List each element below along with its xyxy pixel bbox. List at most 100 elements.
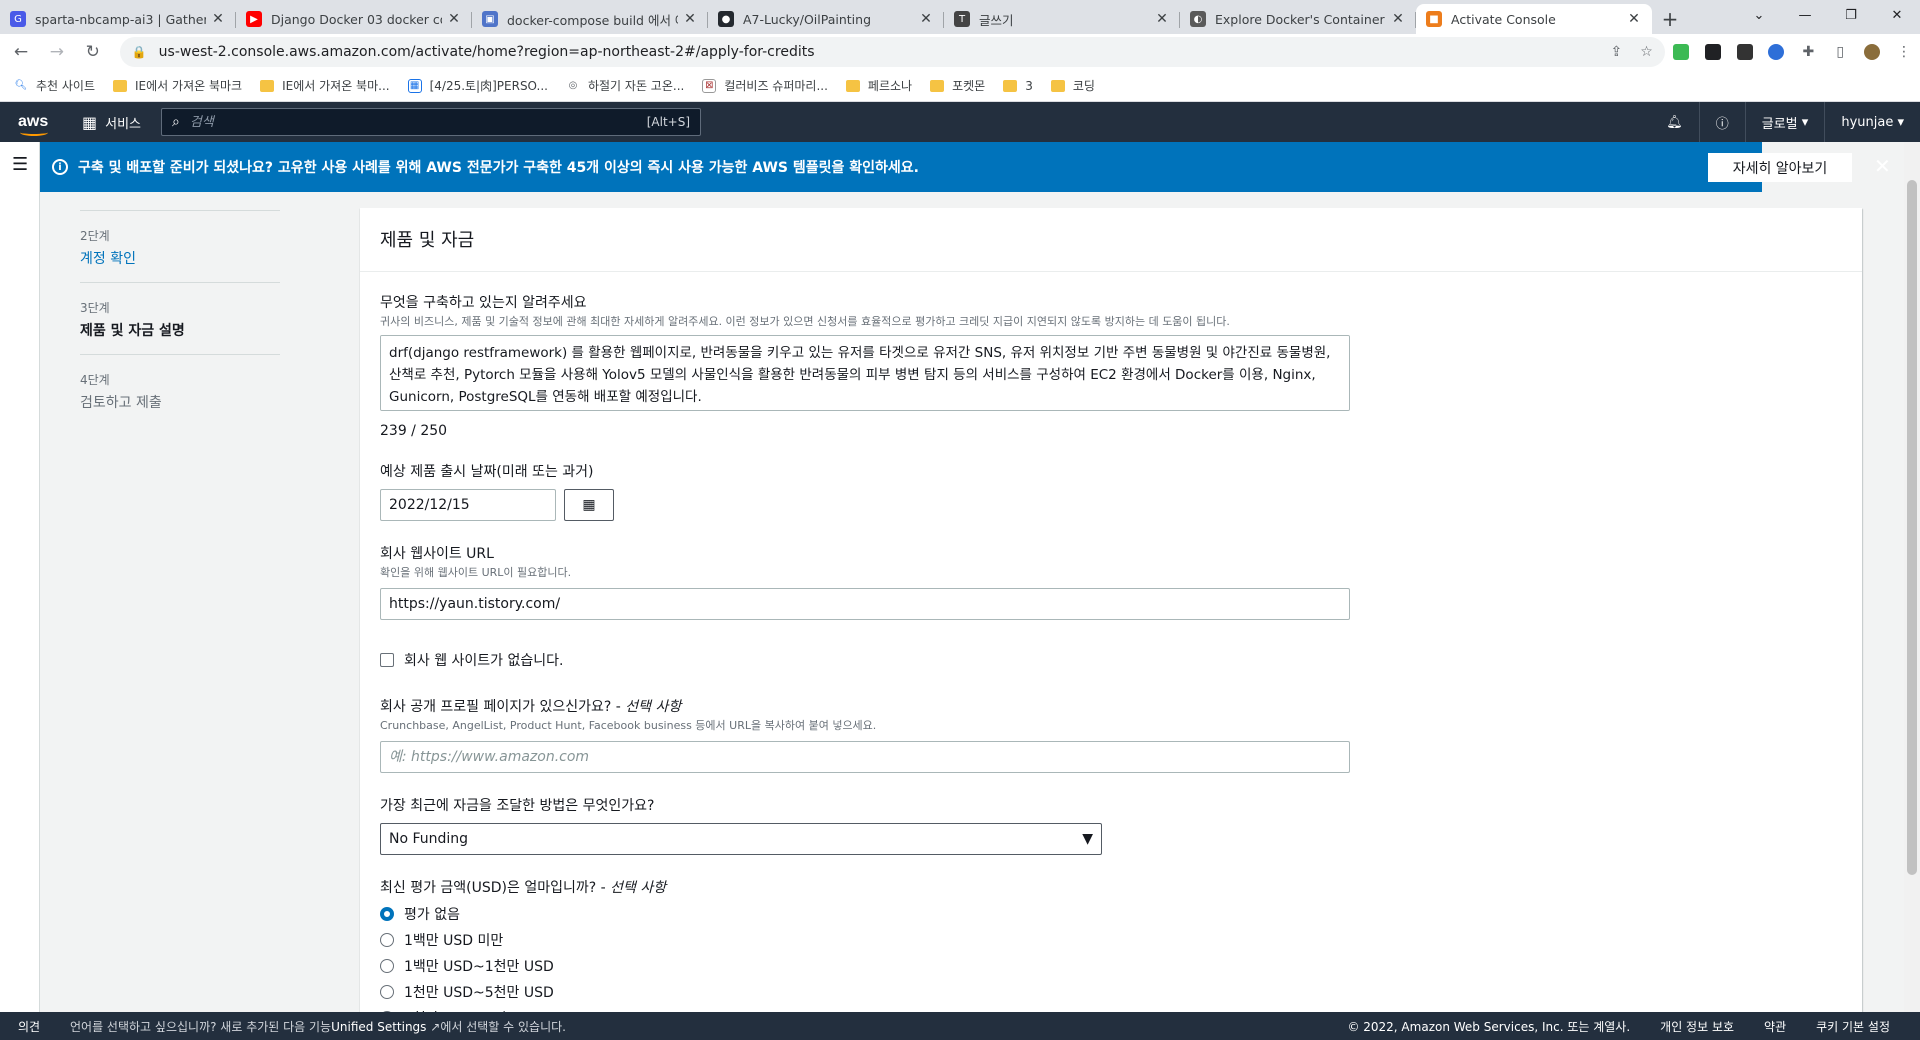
bookmark-item[interactable]: ◎ 하절기 자돈 고온... <box>566 77 685 94</box>
region-selector[interactable]: 글로벌 ▾ <box>1744 102 1825 142</box>
form-panel: 제품 및 자금 무엇을 구축하고 있는지 알려주세요 귀사의 비즈니스, 제품 … <box>360 208 1862 1027</box>
close-tab-icon[interactable]: ✕ <box>1390 11 1406 27</box>
browser-tab[interactable]: ▣ docker-compose build 에서 에러✕ <box>472 4 708 34</box>
new-tab-button[interactable]: + <box>1652 4 1688 34</box>
learn-more-button[interactable]: 자세히 알아보기 <box>1708 153 1852 182</box>
folder-icon <box>260 79 275 92</box>
aws-logo[interactable]: aws <box>18 113 52 136</box>
close-tab-icon[interactable]: ✕ <box>1626 11 1642 27</box>
profile-avatar-icon[interactable] <box>1856 44 1888 60</box>
account-menu[interactable]: hyunjae ▾ <box>1824 102 1920 142</box>
terms-link[interactable]: 약관 <box>1764 1018 1786 1035</box>
bookmark-folder[interactable]: IE에서 가져온 북마... <box>260 77 390 94</box>
services-menu-button[interactable]: ▦ 서비스 <box>82 113 141 132</box>
wizard-steps: 2단계 계정 확인 3단계 제품 및 자금 설명 4단계 검토하고 제출 <box>80 210 280 426</box>
build-description-field: 무엇을 구축하고 있는지 알려주세요 귀사의 비즈니스, 제품 및 기술적 정보… <box>380 292 1360 439</box>
close-icon[interactable]: ✕ <box>1874 154 1891 178</box>
bookmark-item[interactable]: ▦ [4/25.토|肉]PERSO... <box>407 77 548 94</box>
no-website-checkbox[interactable] <box>380 653 394 667</box>
bookmark-item[interactable]: ⊠ 컬러비즈 슈퍼마리... <box>702 77 828 94</box>
minimize-icon[interactable]: — <box>1782 0 1828 30</box>
aws-search-input[interactable] <box>189 114 647 130</box>
hamburger-menu-icon[interactable]: ☰ <box>12 154 28 175</box>
folder-icon <box>845 79 860 92</box>
forward-icon[interactable]: → <box>42 37 72 67</box>
website-url-input[interactable] <box>380 588 1350 620</box>
bookmark-folder[interactable]: IE에서 가져온 북마크 <box>113 77 242 94</box>
address-bar[interactable]: 🔒 us-west-2.console.aws.amazon.com/activ… <box>119 37 1665 67</box>
cookie-preferences-link[interactable]: 쿠키 기본 설정 <box>1816 1018 1890 1035</box>
extensions-puzzle-icon[interactable]: ✚ <box>1792 44 1824 60</box>
close-window-icon[interactable]: ✕ <box>1874 0 1920 30</box>
browser-tab[interactable]: ● A7-Lucky/OilPainting ✕ <box>708 4 944 34</box>
close-tab-icon[interactable]: ✕ <box>918 11 934 27</box>
public-profile-field: 회사 공개 프로필 페이지가 있으신가요? - 선택 사항 Crunchbase… <box>380 696 1360 773</box>
bookmark-label: 하절기 자돈 고온... <box>587 79 685 93</box>
build-description-textarea[interactable]: drf(django restframework) 를 활용한 웹페이지로, 반… <box>380 335 1350 411</box>
privacy-link[interactable]: 개인 정보 보호 <box>1660 1018 1734 1035</box>
browser-tab[interactable]: Gsparta-nbcamp-ai3 | Gather ✕ <box>0 4 236 34</box>
radio-button[interactable] <box>380 959 394 973</box>
field-label: 최신 평가 금액(USD)은 얼마입니까? - 선택 사항 <box>380 877 1360 897</box>
bookmark-folder[interactable]: 3 <box>1003 79 1033 93</box>
close-tab-icon[interactable]: ✕ <box>210 11 226 27</box>
copyright-text: © 2022, Amazon Web Services, Inc. 또는 계열사… <box>1347 1019 1631 1034</box>
bookmark-folder[interactable]: 페르소나 <box>845 77 913 94</box>
bookmark-folder[interactable]: 코딩 <box>1050 77 1095 94</box>
notifications-bell-icon[interactable]: 🔔︎ <box>1650 102 1699 142</box>
launch-date-input[interactable] <box>380 489 556 521</box>
extension-icon[interactable] <box>1761 44 1793 60</box>
browser-tab[interactable]: ▶ Django Docker 03 docker compose✕ <box>236 4 472 34</box>
share-icon[interactable]: ⇪ <box>1611 44 1623 60</box>
valuation-radio-option[interactable]: 1백만 USD 미만 <box>380 927 1360 953</box>
browser-tab[interactable]: ◐ Explore Docker's Container Image✕ <box>1180 4 1416 34</box>
help-icon[interactable]: ⓘ <box>1698 102 1745 142</box>
close-tab-icon[interactable]: ✕ <box>682 11 698 27</box>
back-icon[interactable]: ← <box>6 37 36 67</box>
step-item-current: 3단계 제품 및 자금 설명 <box>80 282 280 354</box>
radio-button[interactable] <box>380 985 394 999</box>
radio-button-selected[interactable] <box>380 907 394 921</box>
step-label[interactable]: 계정 확인 <box>80 248 280 268</box>
tab-search-icon[interactable]: ⌄ <box>1736 0 1782 30</box>
no-website-checkbox-row[interactable]: 회사 웹 사이트가 없습니다. <box>380 650 1360 670</box>
extension-icon[interactable] <box>1697 44 1729 60</box>
reload-icon[interactable]: ↻ <box>78 37 108 67</box>
profile-url-input[interactable] <box>380 741 1350 773</box>
page-scrollbar[interactable] <box>1904 142 1920 1012</box>
valuation-radio-option[interactable]: 평가 없음 <box>380 901 1360 927</box>
browser-tab[interactable]: T 글쓰기 ✕ <box>944 4 1180 34</box>
feedback-link[interactable]: 의견 <box>18 1018 68 1035</box>
aws-search-box[interactable]: ⌕ [Alt+S] <box>161 108 702 136</box>
bookmark-star-icon[interactable]: ☆ <box>1640 44 1653 60</box>
username-label: hyunjae <box>1841 114 1894 130</box>
folder-icon <box>1003 79 1018 92</box>
info-banner: i 구축 및 배포할 준비가 되셨나요? 고유한 사용 사례를 위해 AWS 전… <box>40 142 1891 192</box>
extension-icon[interactable] <box>1665 44 1697 60</box>
chrome-menu-icon[interactable]: ⋮ <box>1888 44 1920 60</box>
close-tab-icon[interactable]: ✕ <box>1154 11 1170 27</box>
step-item[interactable]: 2단계 계정 확인 <box>80 210 280 282</box>
extension-icon[interactable] <box>1729 44 1761 60</box>
console-footer: 의견 언어를 선택하고 싶으십니까? 새로 추가된 다음 기능Unified S… <box>0 1012 1920 1040</box>
scrollbar-thumb[interactable] <box>1907 180 1917 875</box>
close-tab-icon[interactable]: ✕ <box>446 11 462 27</box>
valuation-radio-option[interactable]: 1백만 USD~1천만 USD <box>380 953 1360 979</box>
bookmark-label: 페르소나 <box>867 79 913 93</box>
step-label: 제품 및 자금 설명 <box>80 323 185 339</box>
bookmark-item[interactable]: 🔍︎ 추천 사이트 <box>14 77 95 94</box>
restore-icon[interactable]: ❐ <box>1828 0 1874 30</box>
unified-settings-link[interactable]: Unified Settings <box>331 1020 426 1034</box>
funding-select[interactable]: No Funding ▼ <box>380 823 1102 855</box>
language-notice: 언어를 선택하고 싶으십니까? 새로 추가된 다음 기능Unified Sett… <box>70 1018 566 1035</box>
radio-button[interactable] <box>380 933 394 947</box>
browser-tab-active[interactable]: ■ Activate Console ✕ <box>1416 4 1652 34</box>
side-panel-icon[interactable]: ▯ <box>1824 44 1856 60</box>
lock-icon[interactable]: 🔒 <box>132 45 147 59</box>
website-field: 회사 웹사이트 URL 확인을 위해 웹사이트 URL이 필요합니다. <box>380 543 1360 620</box>
calendar-button[interactable]: ▦ <box>564 489 614 521</box>
step-number: 2단계 <box>80 229 110 243</box>
valuation-radio-option[interactable]: 1천만 USD~5천만 USD <box>380 979 1360 1005</box>
bookmark-folder[interactable]: 포켓몬 <box>930 77 985 94</box>
bookmark-label: [4/25.토|肉]PERSO... <box>429 79 548 93</box>
